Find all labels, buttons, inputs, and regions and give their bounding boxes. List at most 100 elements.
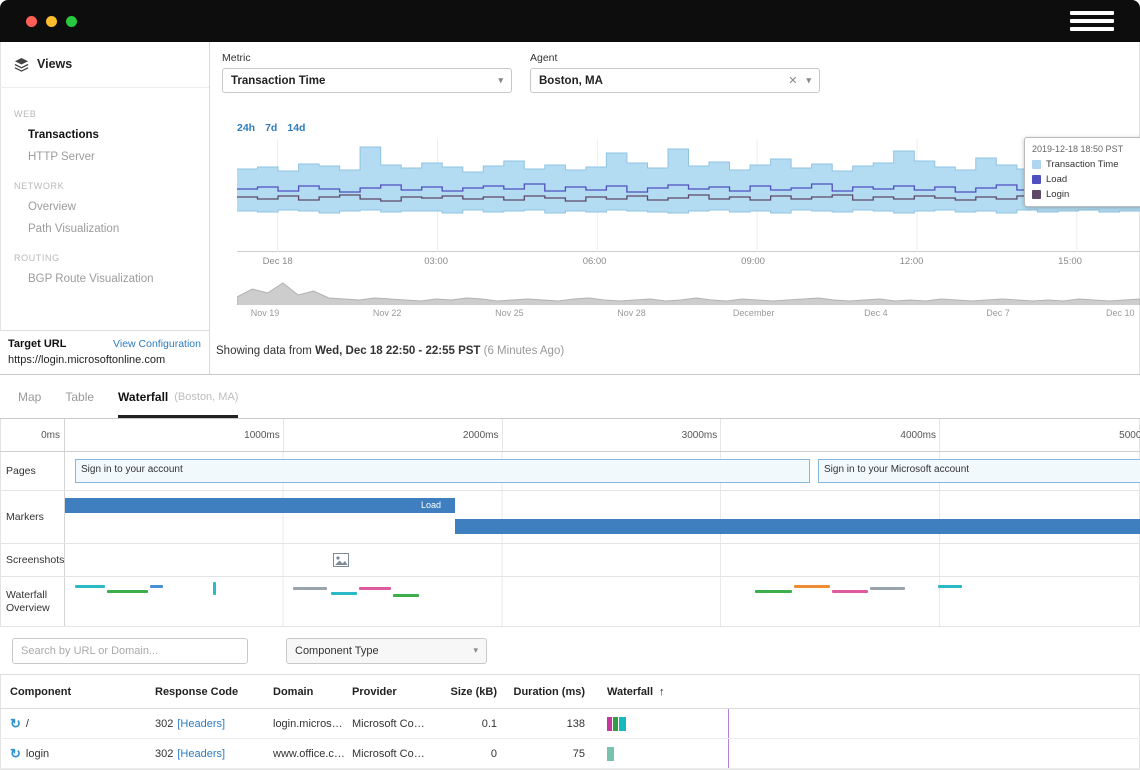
time-range-14d[interactable]: 14d <box>287 122 305 134</box>
table-row[interactable]: ↻ / 302[Headers] login.micros… Microsoft… <box>0 709 1140 739</box>
x-axis-tick: 03:00 <box>424 256 448 267</box>
timeline-scale: 0ms 1000ms 2000ms 3000ms 4000ms 5000ms <box>0 419 1140 452</box>
headers-link[interactable]: [Headers] <box>177 748 225 760</box>
time-range-24h[interactable]: 24h <box>237 122 255 134</box>
section-label-routing: ROUTING <box>14 253 209 263</box>
overview-segment <box>75 585 105 588</box>
header-waterfall[interactable]: Waterfall ↑ <box>607 686 1140 698</box>
component-table-header: Component Response Code Domain Provider … <box>0 675 1140 709</box>
metric-label: Metric <box>222 52 512 64</box>
target-url-value: https://login.microsoftonline.com <box>8 354 201 366</box>
waterfall-overview-track[interactable] <box>65 577 1140 626</box>
header-response-code[interactable]: Response Code <box>155 686 273 698</box>
markers-row: Markers Load <box>0 491 1140 544</box>
brush-axis-tick: December <box>733 308 775 318</box>
component-type-dropdown[interactable]: Component Type ▾ <box>286 638 487 664</box>
domain-cell: www.office.c… <box>273 748 352 760</box>
waterfall-overview-row: Waterfall Overview <box>0 577 1140 627</box>
header-size[interactable]: Size (kB) <box>450 686 507 698</box>
zoom-window-icon[interactable] <box>66 16 77 27</box>
marker-bar-load[interactable]: Load <box>65 498 455 513</box>
brush-axis-tick: Nov 25 <box>495 308 524 318</box>
tab-map[interactable]: Map <box>18 375 41 418</box>
chevron-down-icon: ▾ <box>473 645 478 656</box>
duration-cell: 138 <box>507 718 595 730</box>
sort-ascending-icon[interactable]: ↑ <box>659 686 665 698</box>
scale-tick: 0ms <box>0 419 65 451</box>
legend-label: Load <box>1046 174 1067 185</box>
views-sidebar: Views WEB Transactions HTTP Server NETWO… <box>0 42 210 374</box>
x-axis-tick: 12:00 <box>900 256 924 267</box>
menu-icon[interactable] <box>1070 11 1114 31</box>
header-domain[interactable]: Domain <box>273 686 352 698</box>
overview-segment <box>293 587 327 590</box>
metric-agent-controls: Metric Transaction Time ▾ Agent Boston, … <box>222 52 838 93</box>
brush-axis-tick: Nov 19 <box>251 308 280 318</box>
close-window-icon[interactable] <box>26 16 37 27</box>
agent-value: Boston, MA <box>539 75 603 87</box>
overview-segment <box>107 590 148 593</box>
overview-segment <box>331 592 357 595</box>
header-duration[interactable]: Duration (ms) <box>507 686 595 698</box>
traffic-lights <box>26 16 77 27</box>
brush-axis-tick: Dec 10 <box>1106 308 1135 318</box>
x-axis-tick: Dec 18 <box>263 256 293 267</box>
clear-icon[interactable]: ✕ <box>788 74 797 87</box>
sidebar-item-transactions[interactable]: Transactions <box>0 124 209 146</box>
overview-segment <box>794 585 830 588</box>
data-range-status: Showing data from Wed, Dec 18 22:50 - 22… <box>216 345 564 357</box>
tab-table[interactable]: Table <box>65 375 94 418</box>
page-bar-sign-in-microsoft[interactable]: Sign in to your Microsoft account <box>818 459 1140 483</box>
status-range: Wed, Dec 18 22:50 - 22:55 PST <box>315 345 480 357</box>
metric-dropdown[interactable]: Transaction Time ▾ <box>222 68 512 93</box>
overview-segment <box>150 585 163 588</box>
time-range-links: 24h 7d 14d <box>237 122 305 134</box>
scale-tick: 4000ms <box>721 419 940 451</box>
page-load-marker-line <box>728 709 729 738</box>
markers-track: Load <box>65 491 1140 543</box>
view-configuration-link[interactable]: View Configuration <box>113 338 201 350</box>
app-window: Views WEB Transactions HTTP Server NETWO… <box>0 0 1140 770</box>
search-input[interactable] <box>12 638 248 664</box>
time-range-7d[interactable]: 7d <box>265 122 277 134</box>
screenshot-thumbnail-icon[interactable] <box>333 553 349 572</box>
minimize-window-icon[interactable] <box>46 16 57 27</box>
agent-dropdown[interactable]: Boston, MA ✕ ▾ <box>530 68 820 93</box>
brush-axis-tick: Nov 22 <box>373 308 402 318</box>
page-bar-sign-in[interactable]: Sign in to your account <box>75 459 810 483</box>
overview-segment <box>393 594 419 597</box>
marker-bar-second[interactable] <box>455 519 1140 534</box>
sidebar-item-overview[interactable]: Overview <box>0 196 209 218</box>
metric-value: Transaction Time <box>231 75 325 87</box>
status-ago: (6 Minutes Ago) <box>480 345 564 357</box>
overview-segment <box>870 587 905 590</box>
sidebar-title: Views <box>37 57 72 71</box>
size-cell: 0.1 <box>450 718 507 730</box>
target-url-label: Target URL <box>8 338 66 350</box>
redirect-icon: ↻ <box>10 717 21 730</box>
headers-link[interactable]: [Headers] <box>177 718 225 730</box>
overview-segment <box>359 587 391 590</box>
sidebar-item-http-server[interactable]: HTTP Server <box>0 146 209 168</box>
page-load-marker-line <box>728 739 729 768</box>
chart-x-axis: Dec 1803:0006:0009:0012:0015:00 <box>237 256 1140 268</box>
provider-cell: Microsoft Co… <box>352 718 450 730</box>
legend-swatch-transaction-time <box>1032 160 1041 169</box>
header-provider[interactable]: Provider <box>352 686 450 698</box>
scale-tick: 1000ms <box>65 419 284 451</box>
tab-waterfall[interactable]: Waterfall (Boston, MA) <box>118 375 238 418</box>
tab-waterfall-agent-suffix: (Boston, MA) <box>174 391 238 403</box>
target-url-block: Target URL View Configuration https://lo… <box>0 330 209 374</box>
provider-cell: Microsoft Co… <box>352 748 450 760</box>
transaction-time-chart[interactable] <box>237 139 1140 252</box>
sidebar-item-path-visualization[interactable]: Path Visualization <box>0 218 209 240</box>
sidebar-item-bgp-route-visualization[interactable]: BGP Route Visualization <box>0 268 209 290</box>
overview-segment <box>213 582 216 595</box>
row-waterfall-cell <box>595 709 1140 738</box>
header-component[interactable]: Component <box>10 686 155 698</box>
duration-cell: 75 <box>507 748 595 760</box>
table-row[interactable]: ↻ login 302[Headers] www.office.c… Micro… <box>0 739 1140 769</box>
legend-label: Transaction Time <box>1046 159 1119 170</box>
pages-row: Pages Sign in to your account Sign in to… <box>0 452 1140 491</box>
timeline-brush-chart[interactable] <box>237 275 1140 305</box>
